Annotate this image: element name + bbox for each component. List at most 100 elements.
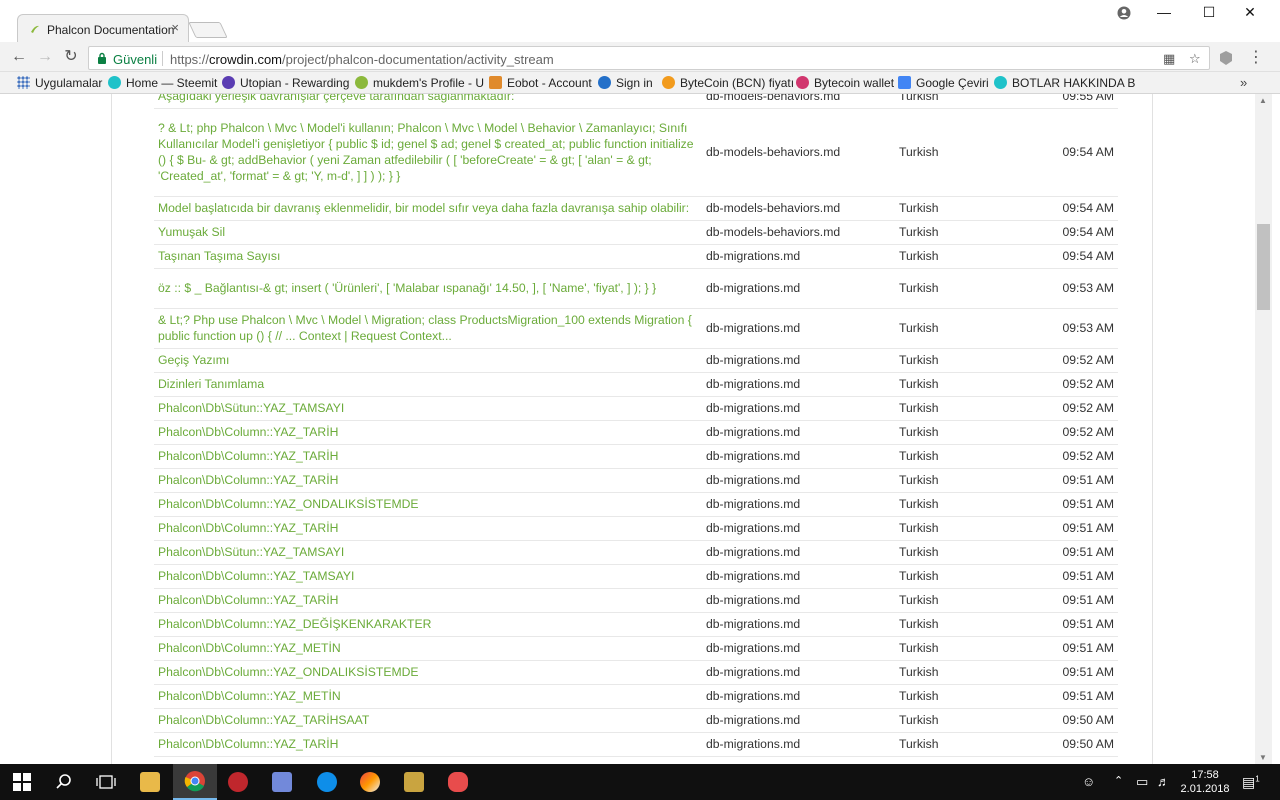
activity-text-link[interactable]: Phalcon\Db\Column::YAZ_METİN <box>154 684 702 709</box>
activity-text-link[interactable]: Yumuşak Sil <box>154 220 702 245</box>
taskbar-teamviewer[interactable] <box>305 764 349 800</box>
activity-text-link[interactable]: Phalcon\Db\Column::YAZ_TARİH <box>154 588 702 613</box>
discord-icon <box>272 772 292 792</box>
page-scrollbar[interactable]: ▲ ▼ <box>1255 94 1272 764</box>
activity-row: ? & Lt; php Phalcon \ Mvc \ Model'i kull… <box>154 108 1118 197</box>
activity-text-link[interactable]: Geçiş Yazımı <box>154 348 702 373</box>
extension-icon[interactable] <box>1218 50 1234 66</box>
tab-close-icon[interactable]: × <box>171 20 179 35</box>
address-bar[interactable]: Güvenli https://crowdin.com/project/phal… <box>88 46 1210 70</box>
bookmark-sign-in[interactable]: Sign in <box>598 76 653 92</box>
translate-icon[interactable]: ▦ <box>1163 51 1175 67</box>
activity-file: db-models-behaviors.md <box>702 220 895 245</box>
activity-time: 09:52 AM <box>1025 420 1118 445</box>
activity-text-link[interactable]: Model başlatıcıda bir davranış eklenmeli… <box>154 196 702 221</box>
activity-row: Phalcon\Db\Column::YAZ_METİN db-migration… <box>154 636 1118 661</box>
app-icon <box>360 772 380 792</box>
close-window-button[interactable]: ✕ <box>1230 4 1270 24</box>
more-bookmarks-icon[interactable]: » <box>1240 75 1247 90</box>
bookmark-eobot[interactable]: Eobot - Account <box>489 76 592 92</box>
activity-text-link[interactable]: Phalcon\Db\Column::YAZ_TAMSAYI <box>154 564 702 589</box>
bookmark-bytecoin-price[interactable]: ByteCoin (BCN) fiyatı <box>662 76 794 92</box>
chevron-up-icon[interactable]: ⌃ <box>1114 774 1123 787</box>
new-tab-button[interactable] <box>188 22 228 38</box>
maximize-button[interactable]: ☐ <box>1189 4 1229 24</box>
notification-count: 1 <box>1255 774 1260 784</box>
taskbar-discord[interactable] <box>260 764 304 800</box>
activity-text-link[interactable]: ? & Lt; php Phalcon \ Mvc \ Model'i kull… <box>154 108 702 197</box>
activity-time: 09:51 AM <box>1025 468 1118 493</box>
activity-text-link[interactable]: Phalcon\Db\Column::YAZ_TARİH <box>154 516 702 541</box>
network-icon[interactable]: ▭ <box>1136 774 1148 790</box>
back-arrow-icon[interactable]: ← <box>8 46 30 68</box>
activity-text-link[interactable]: Taşınan Taşıma Sayısı <box>154 244 702 269</box>
activity-language: Turkish <box>895 348 1025 373</box>
bookmarks-bar: Uygulamalar Home — Steemit Utopian - Rew… <box>0 72 1280 94</box>
activity-text-link[interactable]: Aşağıdaki yerleşik davranışlar çerçeve t… <box>154 94 702 109</box>
notification-icon[interactable]: ▤1 <box>1242 774 1260 791</box>
task-view-button[interactable] <box>84 764 128 800</box>
activity-text-link[interactable]: & Lt;? Php use Phalcon \ Mvc \ Model \ M… <box>154 308 702 349</box>
account-icon[interactable] <box>1117 6 1131 20</box>
activity-text-link[interactable]: Phalcon\Db\Column::YAZ_METİN <box>154 636 702 661</box>
taskbar-app-swirl[interactable] <box>348 764 392 800</box>
bookmark-star-icon[interactable]: ☆ <box>1189 51 1201 67</box>
activity-text-link[interactable]: Phalcon\Db\Column::YAZ_TARİHSAAT <box>154 708 702 733</box>
url-text[interactable]: https://crowdin.com/project/phalcon-docu… <box>170 52 554 67</box>
taskbar-file-explorer[interactable] <box>128 764 172 800</box>
chat-icon <box>448 772 468 792</box>
menu-icon[interactable]: ⋮ <box>1248 47 1264 67</box>
activity-text-link[interactable]: Phalcon\Db\Column::YAZ_ONDALIKSİSTEMDE <box>154 660 702 685</box>
activity-text-link[interactable]: Phalcon\Db\Column::YAZ_DEĞİŞKENKARAKTER <box>154 612 702 637</box>
bookmark-mukdem[interactable]: mukdem's Profile - U <box>355 76 484 92</box>
activity-time: 09:51 AM <box>1025 516 1118 541</box>
activity-text-link[interactable]: Phalcon\Db\Sütun::YAZ_TAMSAYI <box>154 396 702 421</box>
activity-language: Turkish <box>895 564 1025 589</box>
tab-strip: Phalcon Documentation × — ☐ ✕ <box>0 0 1280 44</box>
lock-icon <box>98 52 106 64</box>
taskbar-clock[interactable]: 17:58 2.01.2018 <box>1180 768 1230 796</box>
sign-in-icon <box>598 76 611 89</box>
activity-text-link[interactable]: Phalcon\Db\Column::YAZ_TARİH <box>154 444 702 469</box>
people-icon[interactable]: ☺ <box>1082 774 1095 789</box>
scroll-thumb[interactable] <box>1257 224 1270 310</box>
activity-file: db-migrations.md <box>702 396 895 421</box>
scroll-down-icon[interactable]: ▼ <box>1259 753 1267 762</box>
activity-text-link[interactable]: Phalcon\Db\Column::YAZ_ONDALIKSİSTEMDE <box>154 492 702 517</box>
taskbar-app-chat[interactable] <box>436 764 480 800</box>
search-button[interactable] <box>42 764 86 800</box>
bookmark-utopian[interactable]: Utopian - Rewarding <box>222 76 349 92</box>
activity-text-link[interactable]: Dizinleri Tanımlama <box>154 372 702 397</box>
activity-text-link[interactable]: Phalcon\Db\Column::YAZ_TARİH <box>154 420 702 445</box>
activity-language: Turkish <box>895 588 1025 613</box>
activity-text-link[interactable]: Phalcon\Db\Column::YAZ_TARİH <box>154 468 702 493</box>
activity-language: Turkish <box>895 94 1025 109</box>
activity-text-link[interactable]: Phalcon\Db\Sütun::YAZ_TAMSAYI <box>154 540 702 565</box>
activity-row: Aşağıdaki yerleşik davranışlar çerçeve t… <box>154 94 1118 109</box>
activity-file: db-migrations.md <box>702 492 895 517</box>
apps-grid-icon <box>17 76 30 89</box>
taskbar-league[interactable] <box>392 764 436 800</box>
activity-text-link[interactable]: Phalcon\Db\Column::YAZ_TARİH <box>154 732 702 757</box>
minimize-button[interactable]: — <box>1144 4 1184 24</box>
volume-icon[interactable]: ♬ <box>1157 774 1170 789</box>
tab-title: Phalcon Documentation <box>47 23 175 37</box>
scroll-up-icon[interactable]: ▲ <box>1259 96 1267 105</box>
activity-text-link[interactable]: öz :: $ _ Bağlantısı-& gt; insert ( 'Ürü… <box>154 268 702 309</box>
bookmark-bytecoin-wallet[interactable]: Bytecoin wallet <box>796 76 894 92</box>
start-button[interactable] <box>0 764 44 800</box>
bookmark-apps[interactable]: Uygulamalar <box>17 76 102 92</box>
forward-arrow-icon[interactable]: → <box>34 46 56 68</box>
bookmark-google-translate[interactable]: Google Çeviri <box>898 76 989 92</box>
activity-file: db-migrations.md <box>702 516 895 541</box>
bookmark-botlar[interactable]: BOTLAR HAKKINDA B <box>994 76 1135 92</box>
reload-icon[interactable]: ↻ <box>60 46 82 68</box>
activity-row: Yumuşak Sil db-models-behaviors.md Turkish… <box>154 220 1118 245</box>
bookmark-steemit[interactable]: Home — Steemit <box>108 76 217 92</box>
activity-language: Turkish <box>895 244 1025 269</box>
browser-tab[interactable]: Phalcon Documentation × <box>17 14 189 44</box>
activity-row: Phalcon\Db\Column::YAZ_ONDALIKSİSTEMDE db… <box>154 660 1118 685</box>
taskbar-app-red[interactable] <box>216 764 260 800</box>
taskbar-chrome[interactable] <box>173 764 217 800</box>
activity-row: Phalcon\Db\Column::YAZ_METİN db-migration… <box>154 684 1118 709</box>
